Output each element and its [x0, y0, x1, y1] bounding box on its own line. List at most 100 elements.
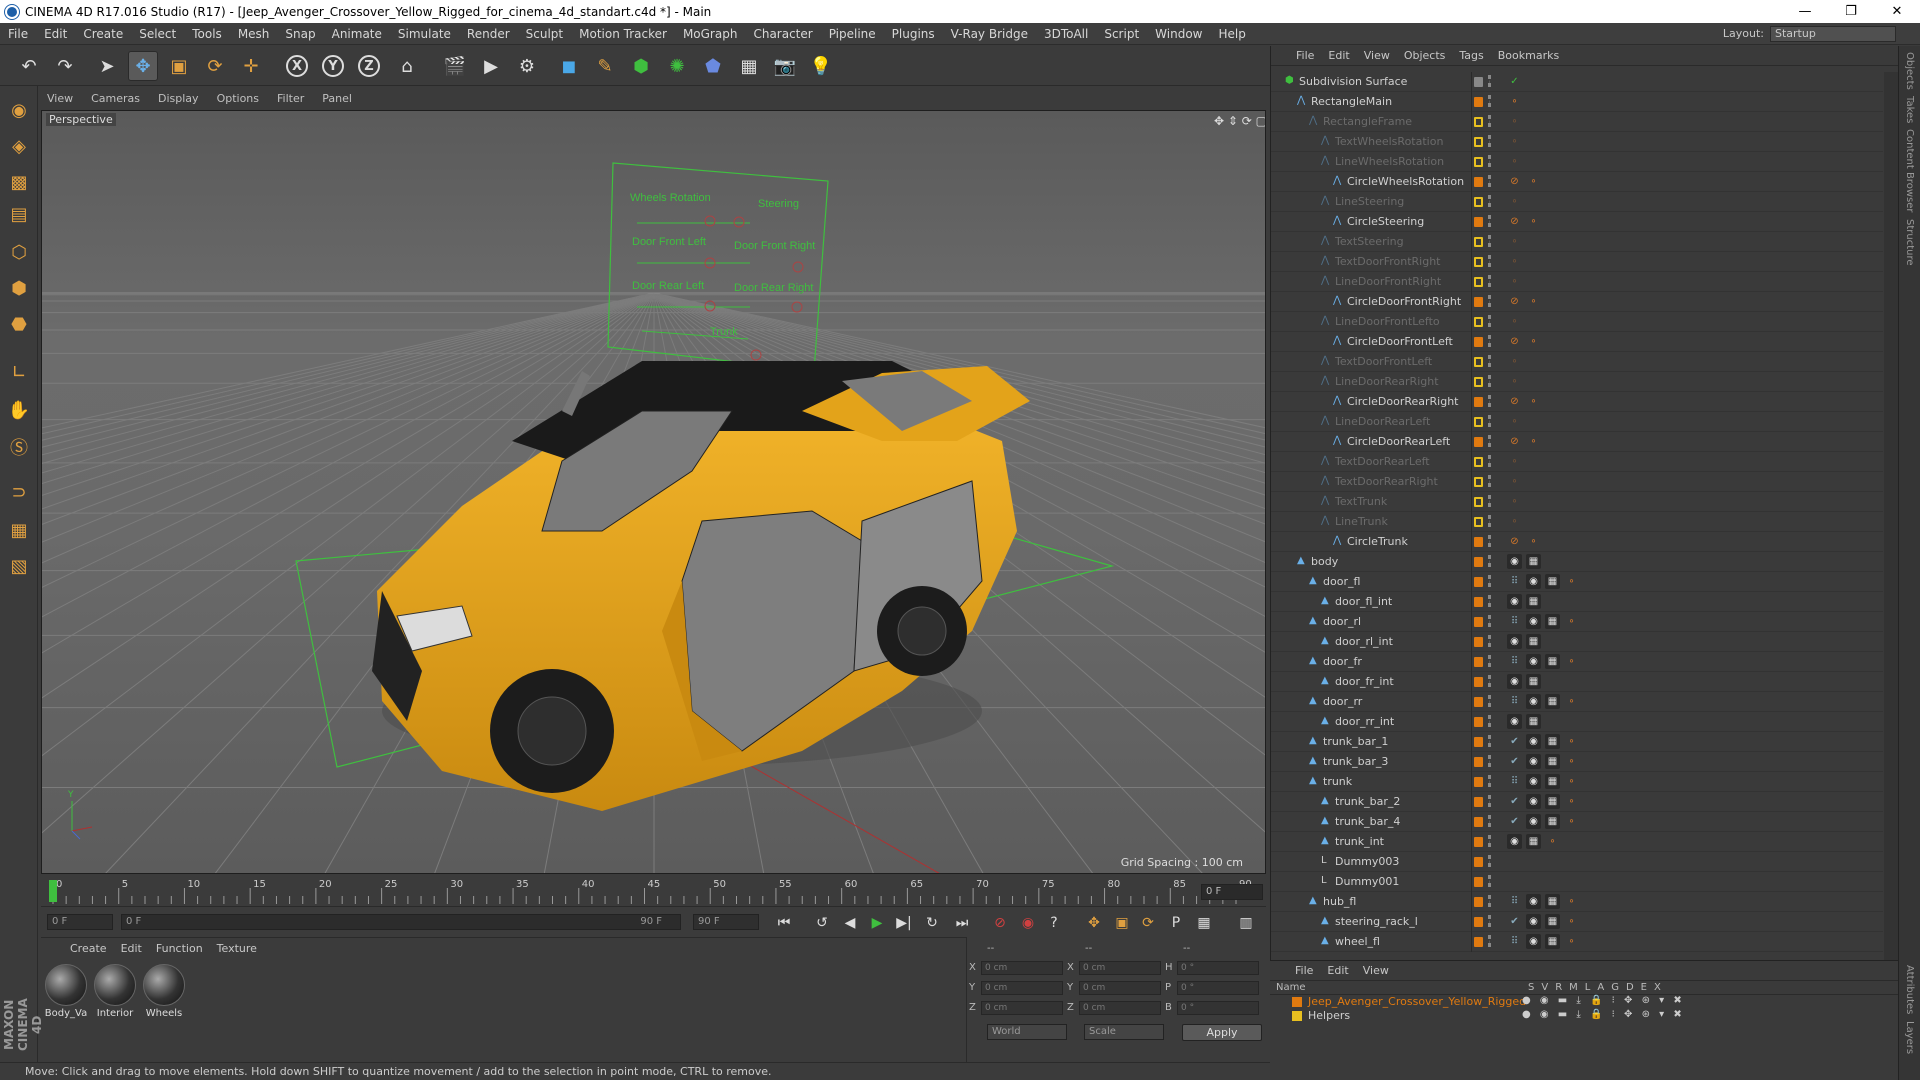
viewport-menu-display[interactable]: Display	[149, 92, 208, 105]
layer-color-swatch[interactable]	[1474, 117, 1483, 127]
material-tag-icon[interactable]: ◉	[1526, 574, 1541, 589]
coord-field[interactable]: 0 cm	[981, 1001, 1063, 1015]
material-swatch[interactable]: Body_Va	[44, 964, 88, 1019]
material-tag-icon[interactable]: ◉	[1507, 714, 1522, 729]
visibility-toggle[interactable]	[1488, 675, 1491, 687]
visibility-toggle[interactable]	[1488, 775, 1491, 787]
key-rotation-button[interactable]: ⟳	[1137, 913, 1159, 933]
object-row[interactable]: ⋀ RectangleFrame ∘	[1271, 112, 1883, 132]
checker-tag-icon[interactable]: ▦	[1545, 734, 1560, 749]
menu-snap[interactable]: Snap	[277, 27, 323, 41]
layer-color-swatch[interactable]	[1474, 617, 1483, 627]
move-button[interactable]: ✥	[128, 51, 158, 81]
visibility-toggle[interactable]	[1488, 875, 1491, 887]
layer-color-swatch[interactable]	[1292, 1011, 1302, 1021]
visibility-toggle[interactable]	[1488, 535, 1491, 547]
visibility-toggle[interactable]	[1488, 435, 1491, 447]
coord-field[interactable]: 0 cm	[981, 961, 1063, 975]
dots-tag-icon[interactable]: ⠿	[1507, 654, 1522, 669]
coord-field[interactable]: 0 °	[1177, 981, 1259, 995]
xpresso-tag-icon[interactable]: ⊘	[1507, 434, 1522, 449]
null-tag-icon[interactable]: ∘	[1526, 334, 1541, 349]
frame-range-slider[interactable]: 0 F 90 F	[121, 914, 681, 930]
visibility-toggle[interactable]	[1488, 475, 1491, 487]
null-tag-icon[interactable]: ∘	[1507, 494, 1522, 509]
menu-tools[interactable]: Tools	[184, 27, 230, 41]
layer-color-swatch[interactable]	[1474, 357, 1483, 367]
layer-menu-file[interactable]: File	[1288, 964, 1320, 977]
object-row[interactable]: ⋀ LineDoorRearLeft ∘	[1271, 412, 1883, 432]
layer-color-swatch[interactable]	[1474, 337, 1483, 347]
visibility-toggle[interactable]	[1488, 635, 1491, 647]
object-menu-objects[interactable]: Objects	[1397, 49, 1453, 62]
object-row[interactable]: ⋀ LineSteering ∘	[1271, 192, 1883, 212]
object-menu-view[interactable]: View	[1357, 49, 1397, 62]
start-frame-field[interactable]: 0 F	[47, 914, 113, 930]
object-row[interactable]: ▲ door_fr ⠿ ◉ ▦ ∘	[1271, 652, 1883, 672]
snap-button[interactable]: Ⓢ	[3, 431, 35, 463]
checker-tag-icon[interactable]: ▦	[1545, 814, 1560, 829]
layer-color-swatch[interactable]	[1474, 557, 1483, 567]
key-pla-button[interactable]: ▦	[1193, 913, 1215, 933]
dots-tag-icon[interactable]: ⠿	[1507, 774, 1522, 789]
polygons-mode-button[interactable]: ⬣	[3, 308, 35, 340]
layer-color-swatch[interactable]	[1474, 217, 1483, 227]
coord-field[interactable]: 0 cm	[1079, 961, 1161, 975]
tweak-mode-button[interactable]: ✋	[3, 394, 35, 426]
null-tag-icon[interactable]: ∘	[1526, 394, 1541, 409]
object-menu-tags[interactable]: Tags	[1452, 49, 1490, 62]
object-row[interactable]: ⋀ TextDoorFrontLeft ∘	[1271, 352, 1883, 372]
null-tag-icon[interactable]: ∘	[1507, 254, 1522, 269]
layer-color-swatch[interactable]	[1474, 457, 1483, 467]
menu-window[interactable]: Window	[1147, 27, 1210, 41]
null-tag-icon[interactable]: ∘	[1507, 114, 1522, 129]
coordinate-space-select[interactable]: World	[987, 1024, 1067, 1040]
layer-menu-edit[interactable]: Edit	[1320, 964, 1355, 977]
material-tag-icon[interactable]: ◉	[1507, 634, 1522, 649]
key-param-button[interactable]: P	[1165, 913, 1187, 933]
goto-end-button[interactable]: ⏭	[951, 913, 973, 933]
object-row[interactable]: ▲ trunk_bar_3 ✔ ◉ ▦ ∘	[1271, 752, 1883, 772]
null-tag-icon[interactable]: ∘	[1507, 154, 1522, 169]
null-tag-icon[interactable]: ∘	[1564, 614, 1579, 629]
rotate-button[interactable]: ⟳	[200, 51, 230, 81]
render-settings-button[interactable]: ⚙	[512, 51, 542, 81]
layer-color-swatch[interactable]	[1474, 637, 1483, 647]
null-tag-icon[interactable]: ∘	[1507, 454, 1522, 469]
timeline-ruler[interactable]: 051015202530354045505560657075808590 0 F	[41, 876, 1266, 906]
null-tag-icon[interactable]: ∘	[1507, 414, 1522, 429]
layer-flag-icons[interactable]: ● ◉ ▬ ⤓ 🔒 ⁝ ✥ ⊛ ▾ ✖	[1522, 1009, 1685, 1020]
object-row[interactable]: ▲ trunk_int ◉ ▦ ∘	[1271, 832, 1883, 852]
texture-mode-button[interactable]: ▩	[3, 166, 35, 198]
null-tag-icon[interactable]: ∘	[1564, 694, 1579, 709]
null-tag-icon[interactable]: ∘	[1507, 374, 1522, 389]
checker-tag-icon[interactable]: ▦	[1545, 894, 1560, 909]
visibility-toggle[interactable]	[1488, 395, 1491, 407]
dots-tag-icon[interactable]: ⠿	[1507, 574, 1522, 589]
coord-field[interactable]: 0 cm	[1079, 981, 1161, 995]
object-row[interactable]: ▲ trunk ⠿ ◉ ▦ ∘	[1271, 772, 1883, 792]
null-tag-icon[interactable]: ∘	[1564, 894, 1579, 909]
xpresso-tag-icon[interactable]: ⊘	[1507, 394, 1522, 409]
viewport-menu-filter[interactable]: Filter	[268, 92, 313, 105]
object-row[interactable]: ⋀ CircleWheelsRotation ⊘ ∘	[1271, 172, 1883, 192]
playhead[interactable]	[49, 880, 57, 902]
viewport-menu-view[interactable]: View	[38, 92, 82, 105]
checker-tag-icon[interactable]: ▦	[1526, 634, 1541, 649]
coordinate-mode-select[interactable]: Scale	[1084, 1024, 1164, 1040]
null-tag-icon[interactable]: ∘	[1507, 314, 1522, 329]
key-position-button[interactable]: ✥	[1083, 913, 1105, 933]
layer-color-swatch[interactable]	[1474, 937, 1483, 947]
menu-script[interactable]: Script	[1096, 27, 1147, 41]
object-row[interactable]: ▲ steering_rack_l ✔ ◉ ▦ ∘	[1271, 912, 1883, 932]
layer-color-swatch[interactable]	[1474, 437, 1483, 447]
object-row[interactable]: ⋀ LineDoorFrontLefto ∘	[1271, 312, 1883, 332]
checker-tag-icon[interactable]: ▦	[1526, 554, 1541, 569]
visibility-toggle[interactable]	[1488, 575, 1491, 587]
viewport-menu-options[interactable]: Options	[208, 92, 268, 105]
menu-mograph[interactable]: MoGraph	[675, 27, 746, 41]
record-keys-button[interactable]: ⊘	[989, 913, 1011, 933]
prev-frame-button[interactable]: ◀	[839, 913, 861, 933]
redo-button[interactable]: ↷	[50, 51, 80, 81]
coordinate-system-button[interactable]: ⌂	[392, 51, 422, 81]
